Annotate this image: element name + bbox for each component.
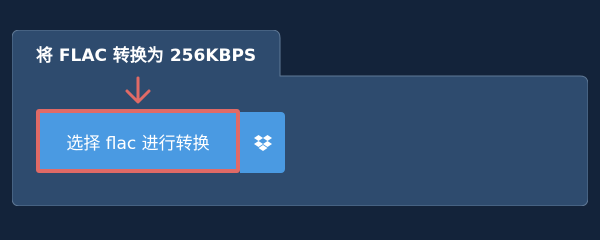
dropbox-icon	[253, 134, 272, 151]
dropbox-button[interactable]	[240, 112, 285, 173]
panel-title: 将 FLAC 转换为 256KBPS	[36, 46, 257, 66]
arrow-down-icon	[125, 76, 151, 104]
page: 将 FLAC 转换为 256KBPS 选择 flac 进行转换	[0, 0, 600, 230]
select-flac-button[interactable]: 选择 flac 进行转换	[36, 109, 240, 173]
